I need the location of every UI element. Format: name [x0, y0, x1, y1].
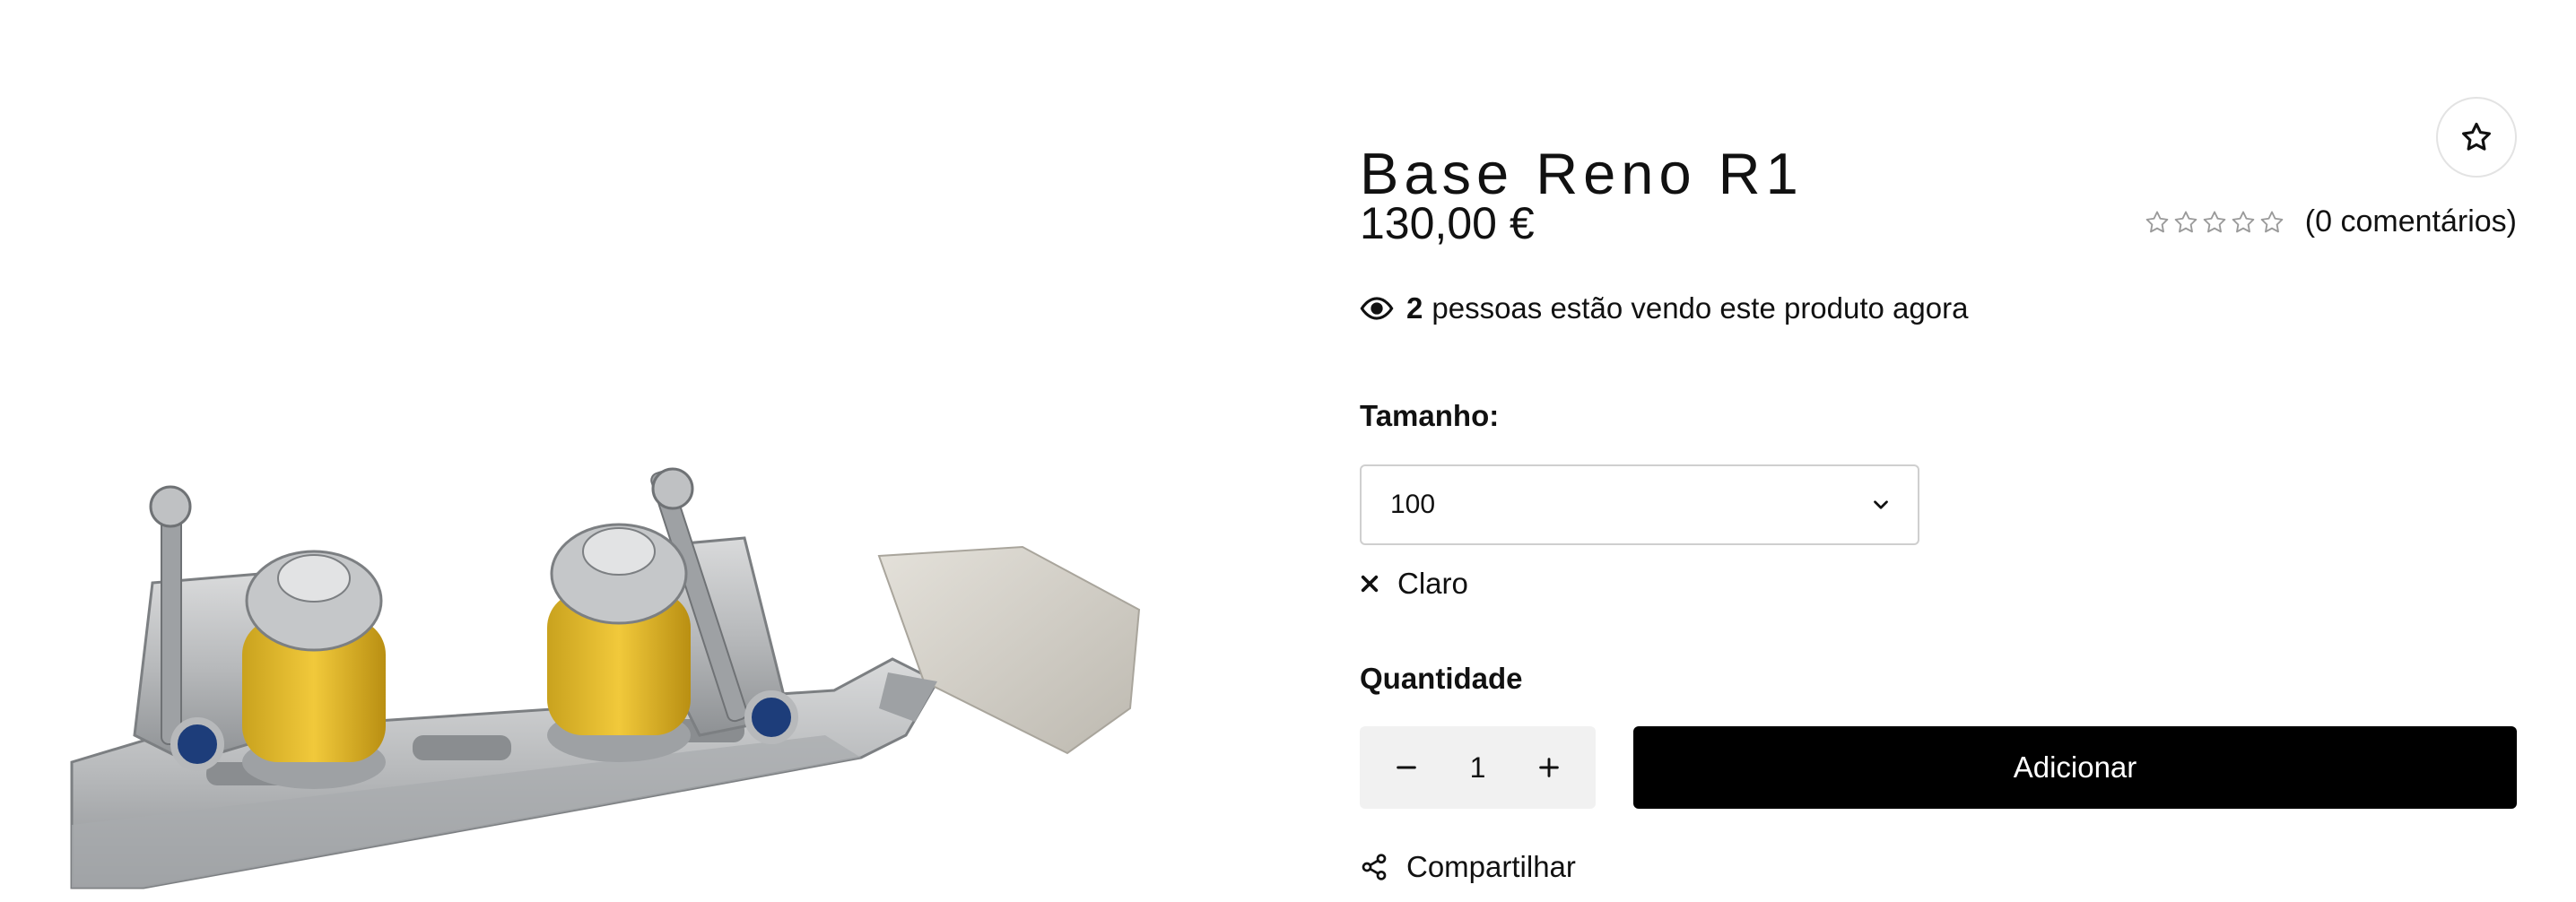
close-icon — [1361, 575, 1379, 593]
decrease-quantity-button[interactable] — [1387, 748, 1426, 787]
share-button[interactable]: Compartilhar — [1360, 850, 1576, 884]
quantity-label: Quantidade — [1360, 662, 1523, 695]
wishlist-button[interactable] — [2436, 97, 2517, 178]
viewers-text: pessoas estão vendo este produto agora — [1432, 291, 1969, 325]
product-price: 130,00 € — [1360, 198, 1535, 248]
product-rating[interactable]: (0 comentários) — [2144, 204, 2517, 239]
star-empty-icon — [2174, 211, 2197, 232]
quantity-input[interactable]: 1 — [1470, 751, 1486, 785]
increase-quantity-button[interactable] — [1529, 748, 1569, 787]
size-label: Tamanho: — [1360, 399, 1500, 432]
add-to-cart-button[interactable]: Adicionar — [1633, 726, 2517, 809]
size-select-value: 100 — [1390, 490, 1436, 519]
viewers-count: 2 — [1406, 291, 1423, 325]
star-empty-icon — [2232, 211, 2255, 232]
reviews-link[interactable]: (0 comentários) — [2305, 204, 2517, 239]
star-empty-icon — [2260, 211, 2284, 232]
star-icon — [2462, 122, 2491, 151]
product-info: Base Reno R1 130,00 € (0 comentários) 2p… — [1360, 0, 2517, 902]
product-image — [70, 467, 1141, 889]
product-gallery — [0, 0, 1256, 902]
clear-label: Claro — [1397, 567, 1468, 600]
star-empty-icon — [2203, 211, 2226, 232]
share-label: Compartilhar — [1406, 850, 1576, 883]
live-viewers: 2 pessoas estão vendo este produto agora — [1360, 291, 1968, 325]
eye-icon — [1360, 297, 1394, 320]
minus-icon — [1397, 766, 1416, 769]
quantity-stepper: 1 — [1360, 726, 1596, 809]
size-select[interactable]: 100 — [1360, 464, 1919, 545]
share-icon — [1362, 854, 1387, 880]
clear-selection-button[interactable]: Claro — [1360, 567, 1468, 601]
star-empty-icon — [2145, 211, 2169, 232]
plus-icon — [1539, 758, 1559, 777]
chevron-down-icon — [1874, 500, 1888, 509]
rating-stars — [2144, 209, 2285, 236]
